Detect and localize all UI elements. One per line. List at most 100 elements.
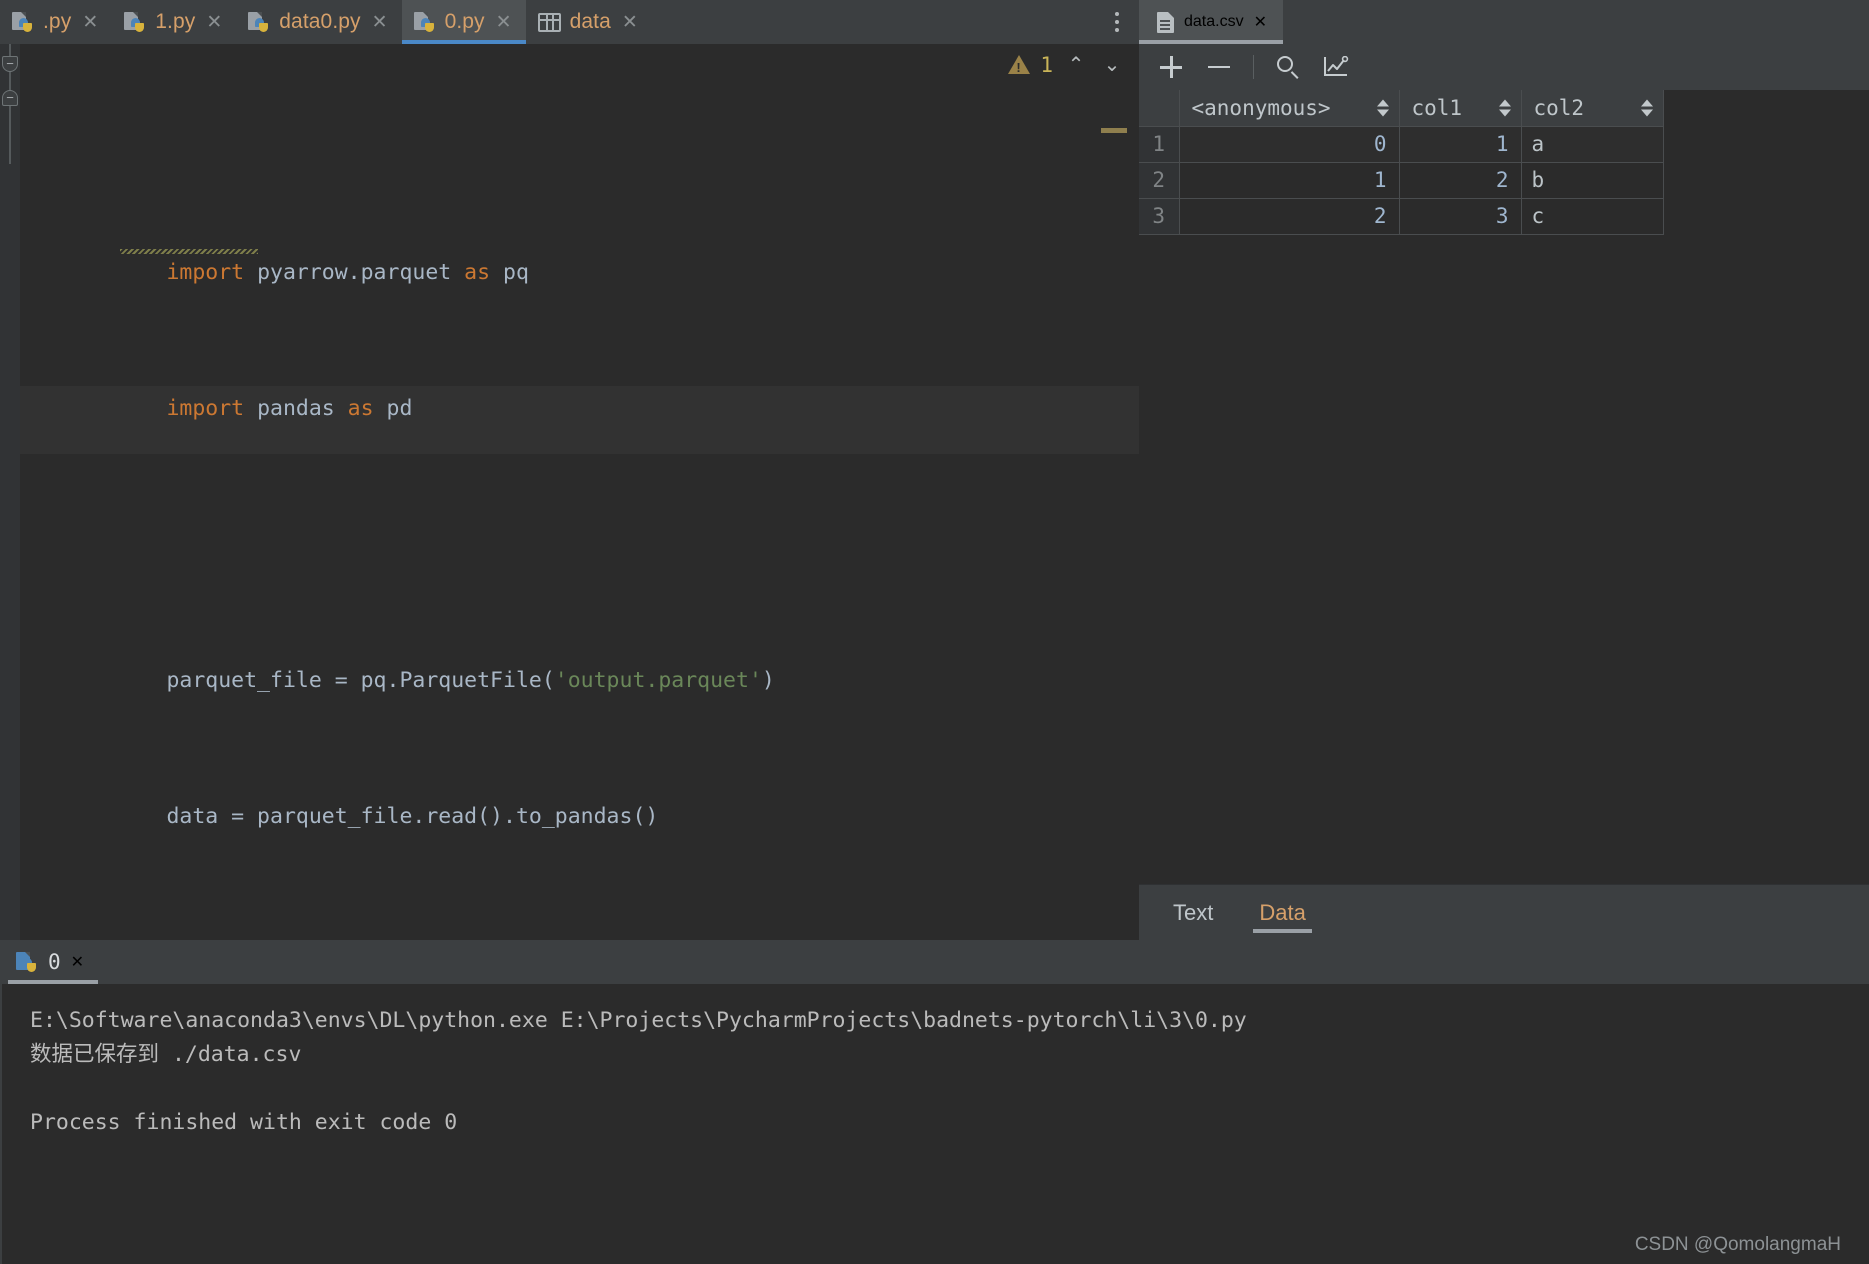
row-number-header [1139, 90, 1180, 127]
close-icon[interactable]: ✕ [622, 13, 638, 32]
editor-tab-bar: .py ✕ 1.py ✕ data0.py ✕ 0.py ✕ data ✕ [0, 0, 1139, 44]
editor-gutter[interactable]: − − [0, 44, 20, 940]
remove-row-button[interactable] [1197, 47, 1241, 87]
chevron-up-icon[interactable]: ⌃ [1063, 52, 1089, 77]
data-panel-tab-bar: data.csv ✕ [1139, 0, 1869, 44]
editor-tab-4[interactable]: data ✕ [526, 0, 652, 44]
editor-tab-0[interactable]: .py ✕ [0, 0, 112, 44]
top-tab-row: .py ✕ 1.py ✕ data0.py ✕ 0.py ✕ data ✕ da… [0, 0, 1869, 44]
cell-col1[interactable]: 2 [1399, 162, 1522, 199]
column-header-col2[interactable]: col2 [1521, 90, 1664, 127]
cell-col2[interactable]: a [1521, 126, 1664, 163]
column-header-label: col2 [1533, 95, 1585, 120]
cell-anonymous[interactable]: 0 [1179, 126, 1400, 163]
editor-tab-label: data0.py [279, 10, 361, 33]
data-grid[interactable]: <anonymous> col1 col2 1 0 1 a 2 1 2 b 3 … [1139, 90, 1869, 884]
close-icon[interactable]: ✕ [206, 13, 222, 32]
code-token: pandas [257, 396, 348, 421]
search-icon [1276, 55, 1300, 80]
marker-stripe[interactable] [1101, 128, 1127, 133]
cell-col2[interactable]: c [1521, 198, 1664, 235]
code-editor[interactable]: − − import pyarrow.parquet as pq import … [0, 44, 1139, 1237]
tab-text-label: Text [1173, 899, 1214, 925]
chevron-down-icon[interactable]: ⌄ [1099, 52, 1125, 77]
row-number: 1 [1139, 126, 1180, 163]
csv-file-icon [1157, 11, 1174, 33]
code-token: pq [503, 260, 529, 285]
pycharm-window: .py ✕ 1.py ✕ data0.py ✕ 0.py ✕ data ✕ da… [0, 0, 1869, 1264]
console-run-tab[interactable]: 0 ✕ [8, 940, 99, 984]
sort-arrows-icon[interactable] [1376, 99, 1389, 117]
table-row[interactable]: 3 2 3 c [1139, 198, 1664, 235]
cell-col2[interactable]: b [1521, 162, 1664, 199]
code-line-2: import pandas as pd [20, 358, 1139, 421]
tab-data[interactable]: Data [1253, 885, 1313, 941]
toolbar-separator [1253, 55, 1254, 79]
close-icon[interactable]: ✕ [496, 13, 512, 32]
run-console: 0 ✕ E:\Software\anaconda3\envs\DL\python… [0, 940, 1869, 1264]
search-button[interactable] [1266, 47, 1310, 87]
column-header-col1[interactable]: col1 [1399, 90, 1522, 127]
close-icon[interactable]: ✕ [82, 13, 98, 32]
console-line-output: 数据已保存到 ./data.csv [30, 1042, 302, 1067]
code-token: 'output.parquet' [554, 668, 762, 693]
table-row[interactable]: 2 1 2 b [1139, 162, 1664, 199]
data-csv-tab[interactable]: data.csv ✕ [1139, 0, 1283, 44]
warning-triangle-icon [1008, 55, 1031, 75]
column-header-anonymous[interactable]: <anonymous> [1179, 90, 1400, 127]
editor-tab-label: data [569, 10, 611, 33]
code-token: pd [386, 396, 413, 421]
main-area: − − import pyarrow.parquet as pq import … [0, 44, 1869, 1237]
row-number: 3 [1139, 198, 1180, 235]
editor-tab-label: .py [43, 10, 72, 33]
editor-tab-1[interactable]: 1.py ✕ [112, 0, 236, 44]
python-run-icon [16, 950, 38, 974]
data-toolbar [1139, 44, 1869, 90]
watermark: CSDN @QomolangmaH [1634, 1234, 1841, 1255]
editor-tab-2[interactable]: data0.py ✕ [236, 0, 401, 44]
console-output[interactable]: E:\Software\anaconda3\envs\DL\python.exe… [0, 984, 1869, 1264]
data-viewer-panel: <anonymous> col1 col2 1 0 1 a 2 1 2 b 3 … [1139, 44, 1869, 940]
warning-count: 1 [1040, 52, 1053, 77]
cell-anonymous[interactable]: 2 [1179, 198, 1400, 235]
console-line-command: E:\Software\anaconda3\envs\DL\python.exe… [30, 1008, 1247, 1033]
cell-col1[interactable]: 1 [1399, 126, 1522, 163]
editor-tab-label: 1.py [155, 10, 196, 33]
plus-icon [1160, 56, 1182, 78]
code-line-4: parquet_file = pq.ParquetFile('output.pa… [20, 630, 1139, 693]
close-icon[interactable]: ✕ [1254, 12, 1267, 32]
add-row-button[interactable] [1149, 47, 1193, 87]
sort-arrows-icon[interactable] [1498, 99, 1511, 117]
close-icon[interactable]: ✕ [372, 13, 388, 32]
code-token: as [464, 260, 504, 285]
python-file-icon [248, 10, 270, 34]
code-token: data = parquet_file.read().to_pandas() [166, 804, 659, 829]
data-table: <anonymous> col1 col2 1 0 1 a 2 1 2 b 3 … [1139, 90, 1664, 235]
tab-text[interactable]: Text [1167, 885, 1219, 941]
line-chart-icon [1323, 55, 1349, 78]
table-row[interactable]: 1 0 1 a [1139, 126, 1664, 163]
close-icon[interactable]: ✕ [71, 952, 84, 972]
inspection-widget[interactable]: 1 ⌃ ⌄ [1008, 52, 1125, 77]
fold-region-icon[interactable]: − [2, 90, 18, 106]
fold-region-icon[interactable]: − [2, 56, 18, 72]
inspection-squiggle [120, 249, 258, 254]
row-number: 2 [1139, 162, 1180, 199]
code-token: import [166, 260, 258, 285]
cell-col1[interactable]: 3 [1399, 198, 1522, 235]
code-line-1: import pyarrow.parquet as pq [20, 222, 1139, 285]
console-tab-bar: 0 ✕ [0, 940, 1869, 984]
column-header-label: col1 [1411, 95, 1463, 120]
chart-button[interactable] [1314, 47, 1358, 87]
tab-data-label: Data [1259, 899, 1306, 925]
sort-arrows-icon[interactable] [1640, 99, 1653, 117]
console-line-exit: Process finished with exit code 0 [30, 1110, 458, 1135]
code-token: pyarrow.parquet [257, 260, 465, 285]
more-options-icon[interactable] [1095, 0, 1139, 44]
code-text[interactable]: import pyarrow.parquet as pq import pand… [20, 44, 1139, 1237]
cell-anonymous[interactable]: 1 [1179, 162, 1400, 199]
editor-tab-3[interactable]: 0.py ✕ [401, 0, 526, 44]
